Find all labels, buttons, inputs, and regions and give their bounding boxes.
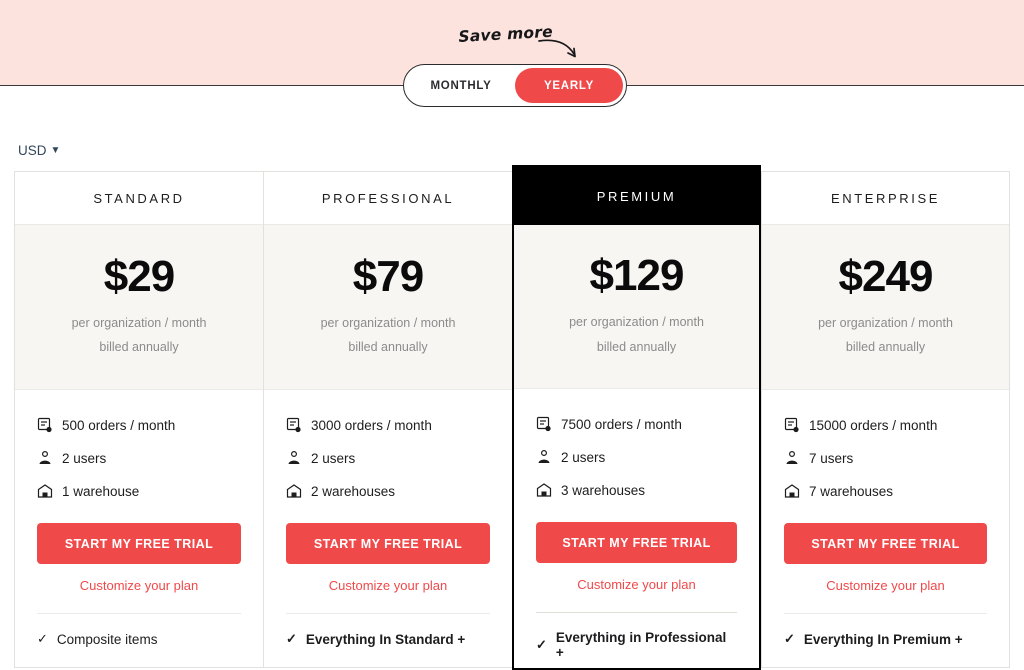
plan-feature-orders-label-professional: 3000 orders / month bbox=[311, 417, 432, 433]
plan-body-professional: 3000 orders / month 2 users 2 warehouses… bbox=[264, 390, 512, 667]
plan-card-professional: PROFESSIONAL $79 per organization / mont… bbox=[263, 171, 512, 668]
currency-selector[interactable]: USD ▼ bbox=[18, 143, 60, 158]
plan-feature-warehouses-enterprise: 7 warehouses bbox=[784, 483, 987, 499]
plan-billing-note-enterprise: billed annually bbox=[845, 340, 926, 354]
plan-feature-warehouses-label-professional: 2 warehouses bbox=[311, 483, 396, 499]
plan-body-premium: 7500 orders / month 2 users 3 warehouses… bbox=[514, 389, 759, 668]
plan-feature-users-label-professional: 2 users bbox=[311, 450, 356, 466]
start-free-trial-button-enterprise[interactable]: START MY FREE TRIAL bbox=[784, 523, 987, 564]
plan-included-professional: ✓ Everything In Standard + bbox=[286, 613, 490, 647]
plan-price-professional: $79 bbox=[352, 251, 424, 301]
plan-feature-warehouses-professional: 2 warehouses bbox=[286, 483, 490, 499]
user-icon bbox=[538, 449, 550, 463]
plan-feature-users-premium: 2 users bbox=[536, 449, 737, 465]
customize-plan-link-standard[interactable]: Customize your plan bbox=[37, 578, 241, 593]
plan-feature-orders-label-premium: 7500 orders / month bbox=[561, 416, 682, 432]
plan-price-premium: $129 bbox=[589, 251, 685, 301]
customize-plan-link-enterprise[interactable]: Customize your plan bbox=[784, 578, 987, 593]
plan-feature-orders-professional: 3000 orders / month bbox=[286, 417, 490, 433]
plan-name-enterprise: ENTERPRISE bbox=[762, 172, 1009, 225]
plan-included-label-premium: Everything in Professional + bbox=[555, 630, 727, 660]
plan-feature-orders-label-enterprise: 15000 orders / month bbox=[809, 417, 938, 433]
plan-price-period-enterprise: per organization / month bbox=[818, 315, 953, 330]
pricing-plans-grid: STANDARD $29 per organization / month bi… bbox=[14, 165, 1010, 670]
plan-feature-warehouses-label-enterprise: 7 warehouses bbox=[809, 483, 894, 499]
plan-body-standard: 500 orders / month 2 users 1 warehouse S… bbox=[15, 390, 263, 667]
plan-feature-users-label-enterprise: 7 users bbox=[809, 450, 854, 466]
plan-included-premium: ✓ Everything in Professional + bbox=[536, 612, 737, 660]
plan-billing-note-standard: billed annually bbox=[99, 340, 179, 354]
plan-feature-orders-enterprise: 15000 orders / month bbox=[784, 417, 987, 433]
plan-feature-users-professional: 2 users bbox=[286, 450, 490, 466]
customize-plan-link-premium[interactable]: Customize your plan bbox=[536, 577, 737, 592]
check-icon: ✓ bbox=[536, 637, 547, 652]
toggle-option-yearly[interactable]: YEARLY bbox=[515, 68, 623, 103]
plan-feature-users-label-premium: 2 users bbox=[561, 449, 606, 465]
orders-document-icon bbox=[536, 416, 551, 432]
plan-price-period-standard: per organization / month bbox=[71, 315, 207, 330]
plan-included-label-enterprise: Everything In Premium + bbox=[803, 631, 963, 647]
plan-feature-users-label-standard: 2 users bbox=[62, 450, 107, 466]
plan-feature-warehouses-label-standard: 1 warehouse bbox=[62, 483, 140, 499]
plan-feature-users-standard: 2 users bbox=[37, 450, 241, 466]
plan-billing-note-premium: billed annually bbox=[596, 339, 677, 354]
plan-card-premium: PREMIUM $129 per organization / month bi… bbox=[512, 165, 761, 670]
warehouse-icon bbox=[37, 484, 53, 498]
warehouse-icon bbox=[286, 484, 302, 498]
check-icon: ✓ bbox=[784, 631, 795, 646]
currency-label: USD bbox=[18, 143, 47, 158]
plan-price-period-premium: per organization / month bbox=[569, 315, 704, 330]
warehouse-icon bbox=[536, 483, 552, 497]
plan-billing-note-professional: billed annually bbox=[348, 340, 428, 354]
plan-name-professional: PROFESSIONAL bbox=[264, 172, 512, 225]
plan-name-premium: PREMIUM bbox=[514, 167, 759, 225]
user-icon bbox=[288, 450, 300, 464]
plan-price-period-professional: per organization / month bbox=[320, 315, 456, 330]
curved-arrow-down-right-icon bbox=[538, 39, 576, 58]
plan-feature-users-enterprise: 7 users bbox=[784, 450, 987, 466]
warehouse-icon bbox=[784, 484, 800, 498]
orders-document-icon bbox=[784, 417, 799, 433]
plan-feature-warehouses-premium: 3 warehouses bbox=[536, 482, 737, 498]
plan-feature-orders-standard: 500 orders / month bbox=[37, 417, 241, 433]
plan-feature-orders-premium: 7500 orders / month bbox=[536, 416, 737, 432]
plan-card-standard: STANDARD $29 per organization / month bi… bbox=[14, 171, 263, 668]
customize-plan-link-professional[interactable]: Customize your plan bbox=[286, 578, 490, 593]
start-free-trial-button-standard[interactable]: START MY FREE TRIAL bbox=[37, 523, 241, 564]
plan-price-block-premium: $129 per organization / month billed ann… bbox=[514, 225, 759, 389]
plan-price-block-standard: $29 per organization / month billed annu… bbox=[15, 225, 263, 390]
plan-included-standard: ✓ Composite items bbox=[37, 613, 241, 647]
plan-price-block-enterprise: $249 per organization / month billed ann… bbox=[762, 225, 1009, 390]
plan-feature-warehouses-label-premium: 3 warehouses bbox=[561, 482, 646, 498]
user-icon bbox=[786, 450, 798, 464]
plan-name-standard: STANDARD bbox=[15, 172, 263, 225]
check-icon: ✓ bbox=[37, 631, 48, 646]
user-icon bbox=[39, 450, 51, 464]
orders-document-icon bbox=[37, 417, 52, 433]
plan-feature-warehouses-standard: 1 warehouse bbox=[37, 483, 241, 499]
plan-feature-orders-label-standard: 500 orders / month bbox=[62, 417, 176, 433]
check-icon: ✓ bbox=[286, 631, 297, 646]
plan-included-label-standard: Composite items bbox=[56, 631, 158, 647]
start-free-trial-button-premium[interactable]: START MY FREE TRIAL bbox=[536, 522, 737, 563]
chevron-down-icon: ▼ bbox=[50, 144, 61, 156]
plan-included-enterprise: ✓ Everything In Premium + bbox=[784, 613, 987, 647]
plan-included-label-professional: Everything In Standard + bbox=[305, 631, 466, 647]
plan-price-enterprise: $249 bbox=[838, 251, 934, 301]
plan-price-block-professional: $79 per organization / month billed annu… bbox=[264, 225, 512, 390]
plan-body-enterprise: 15000 orders / month 7 users 7 warehouse… bbox=[762, 390, 1009, 667]
toggle-option-monthly[interactable]: MONTHLY bbox=[407, 68, 515, 103]
billing-period-toggle[interactable]: MONTHLY YEARLY bbox=[403, 64, 627, 107]
start-free-trial-button-professional[interactable]: START MY FREE TRIAL bbox=[286, 523, 490, 564]
plan-card-enterprise: ENTERPRISE $249 per organization / month… bbox=[761, 171, 1010, 668]
plan-price-standard: $29 bbox=[103, 251, 175, 301]
orders-document-icon bbox=[286, 417, 301, 433]
save-more-annotation: Save more bbox=[458, 23, 588, 64]
